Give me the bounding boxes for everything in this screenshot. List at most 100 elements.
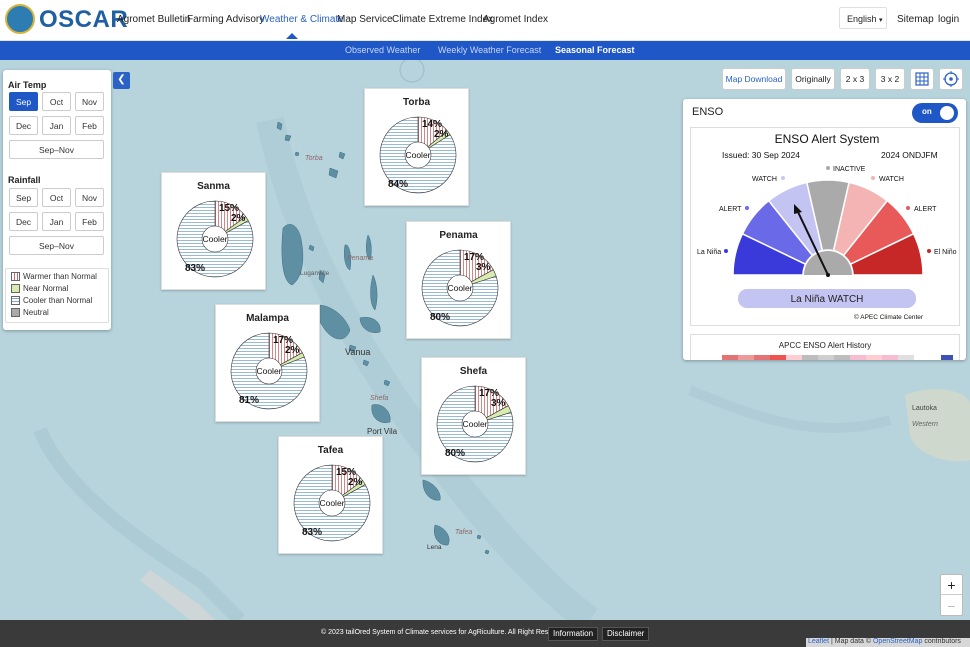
grid-layout-button[interactable] (910, 68, 934, 90)
enso-gauge: ENSO Alert System Issued: 30 Sep 2024 20… (697, 132, 957, 321)
map-label-torba: Torba (305, 155, 323, 162)
zoom-out-button[interactable]: − (941, 596, 962, 616)
donut-center-label: Cooler (202, 234, 227, 244)
region-card-sanma[interactable]: Sanma 15% 2% 83% Cooler (161, 172, 266, 290)
legend-label-neutral: Neutral (23, 308, 49, 317)
legend-label-near: Near Normal (23, 284, 69, 293)
disclaimer-button[interactable]: Disclaimer (602, 627, 650, 641)
map-label-western: Western (912, 421, 938, 428)
enso-alert-chart: ENSO Alert System Issued: 30 Sep 2024 20… (690, 127, 960, 326)
grid-2x3-button[interactable]: 2 x 3 (840, 68, 870, 90)
oscar-logo-icon[interactable] (5, 4, 35, 34)
cooler-percent: 83% (185, 263, 205, 274)
near-normal-percent: 2% (348, 477, 363, 488)
app-logo-text[interactable]: OSCAR (39, 6, 128, 34)
enso-label-el-nino: El Niño (934, 249, 957, 256)
map-download-button[interactable]: Map Download (722, 68, 786, 90)
enso-label-la-nina: La Niña (697, 249, 721, 256)
region-title: Penama (439, 230, 478, 241)
sub-navbar: Observed Weather Weekly Weather Forecast… (0, 41, 970, 60)
enso-label-watch-right: WATCH (879, 176, 904, 183)
grid-icon (915, 72, 929, 86)
donut-center-label: Cooler (256, 366, 281, 376)
zoom-in-button[interactable]: + (941, 575, 962, 595)
language-label: English (847, 14, 877, 24)
nav-map-service[interactable]: Map Service (337, 14, 393, 25)
information-button[interactable]: Information (548, 627, 599, 641)
air-temp-month-dec[interactable]: Dec (9, 116, 38, 135)
login-link[interactable]: login (938, 14, 959, 25)
near-normal-percent: 3% (491, 398, 506, 409)
rainfall-month-jan[interactable]: Jan (42, 212, 71, 231)
originally-button[interactable]: Originally (791, 68, 835, 90)
plus-icon: + (947, 577, 956, 593)
osm-link[interactable]: OpenStreetMap (873, 638, 922, 645)
air-temp-season-button[interactable]: Sep–Nov (9, 140, 104, 159)
map-label-vanua: Vanua (345, 347, 370, 357)
legend-label-cooler: Cooler than Normal (23, 296, 93, 305)
enso-label-inactive: INACTIVE (833, 166, 866, 173)
rainfall-season-button[interactable]: Sep–Nov (9, 236, 104, 255)
leaflet-link[interactable]: Leaflet (808, 638, 829, 645)
enso-issued: Issued: 30 Sep 2024 (722, 150, 800, 160)
near-normal-percent: 2% (285, 345, 300, 356)
enso-title: ENSO (692, 106, 724, 118)
chevron-down-icon: ▾ (879, 17, 883, 24)
region-donut-chart: 17%2%81%Cooler (230, 332, 308, 410)
minus-icon: − (947, 598, 956, 614)
subnav-observed-weather[interactable]: Observed Weather (345, 45, 420, 55)
map-legend: Warmer than Normal Near Normal Cooler th… (5, 268, 109, 323)
nav-agromet-index[interactable]: Agromet Index (483, 14, 548, 25)
map-attribution: Leaflet | Map data © OpenStreetMap contr… (806, 638, 970, 647)
enso-label-alert-right: ALERT (914, 206, 937, 213)
legend-swatch-near (11, 284, 20, 293)
nav-weather-climate[interactable]: Weather & Climate (260, 14, 344, 25)
region-card-tafea[interactable]: Tafea 15% 2% 83% Cooler (278, 436, 383, 554)
map-label-lautoka: Lautoka (912, 405, 937, 412)
nav-agromet-bulletin[interactable]: Agromet Bulletin (117, 14, 190, 25)
crosshair-icon (943, 71, 959, 87)
region-title: Malampa (246, 313, 289, 324)
rainfall-month-oct[interactable]: Oct (42, 188, 71, 207)
enso-season: 2024 ONDJFM (881, 150, 938, 160)
map-label-lenakel: Lena (427, 544, 442, 551)
region-donut-chart: 15%2%83%Cooler (293, 464, 371, 542)
cooler-percent: 83% (302, 527, 322, 538)
subnav-weekly-forecast[interactable]: Weekly Weather Forecast (438, 45, 541, 55)
grid-3x2-button[interactable]: 3 x 2 (875, 68, 905, 90)
collapse-panel-button[interactable]: ❮ (113, 72, 130, 89)
locate-button[interactable] (939, 68, 963, 90)
nav-climate-extreme-index[interactable]: Climate Extreme Index (392, 14, 493, 25)
enso-chart-title: ENSO Alert System (775, 132, 880, 146)
map-label-port-vila: Port Vila (367, 427, 398, 436)
air-temp-title: Air Temp (8, 80, 47, 90)
region-card-malampa[interactable]: Malampa 17% 2% 81% Cooler (215, 304, 320, 422)
donut-center-label: Cooler (447, 283, 472, 293)
region-card-torba[interactable]: Torba 14% 2% 84% Cooler (364, 88, 469, 206)
enso-history-bar (722, 355, 953, 360)
cooler-percent: 84% (388, 179, 408, 190)
air-temp-month-nov[interactable]: Nov (75, 92, 104, 111)
nav-farming-advisory[interactable]: Farming Advisory (187, 14, 264, 25)
rainfall-month-feb[interactable]: Feb (75, 212, 104, 231)
enso-toggle[interactable]: on (912, 103, 958, 123)
legend-swatch-cooler (11, 296, 20, 305)
cooler-percent: 80% (430, 312, 450, 323)
rainfall-month-nov[interactable]: Nov (75, 188, 104, 207)
region-title: Shefa (459, 366, 488, 377)
top-navbar: OSCAR Agromet Bulletin Farming Advisory … (0, 0, 970, 41)
air-temp-month-feb[interactable]: Feb (75, 116, 104, 135)
subnav-seasonal-forecast[interactable]: Seasonal Forecast (555, 45, 635, 55)
sitemap-link[interactable]: Sitemap (897, 14, 934, 25)
region-card-penama[interactable]: Penama 17% 3% 80% Cooler (406, 221, 511, 339)
language-dropdown[interactable]: English ▾ (839, 7, 887, 29)
air-temp-month-jan[interactable]: Jan (42, 116, 71, 135)
region-card-shefa[interactable]: Shefa 17% 3% 80% Cooler (421, 357, 526, 475)
region-title: Torba (402, 97, 431, 108)
rainfall-month-sep[interactable]: Sep (9, 188, 38, 207)
air-temp-month-oct[interactable]: Oct (42, 92, 71, 111)
rainfall-month-dec[interactable]: Dec (9, 212, 38, 231)
air-temp-month-sep[interactable]: Sep (9, 92, 38, 111)
donut-center-label: Cooler (319, 498, 344, 508)
attribution-end: contributors (922, 638, 961, 645)
